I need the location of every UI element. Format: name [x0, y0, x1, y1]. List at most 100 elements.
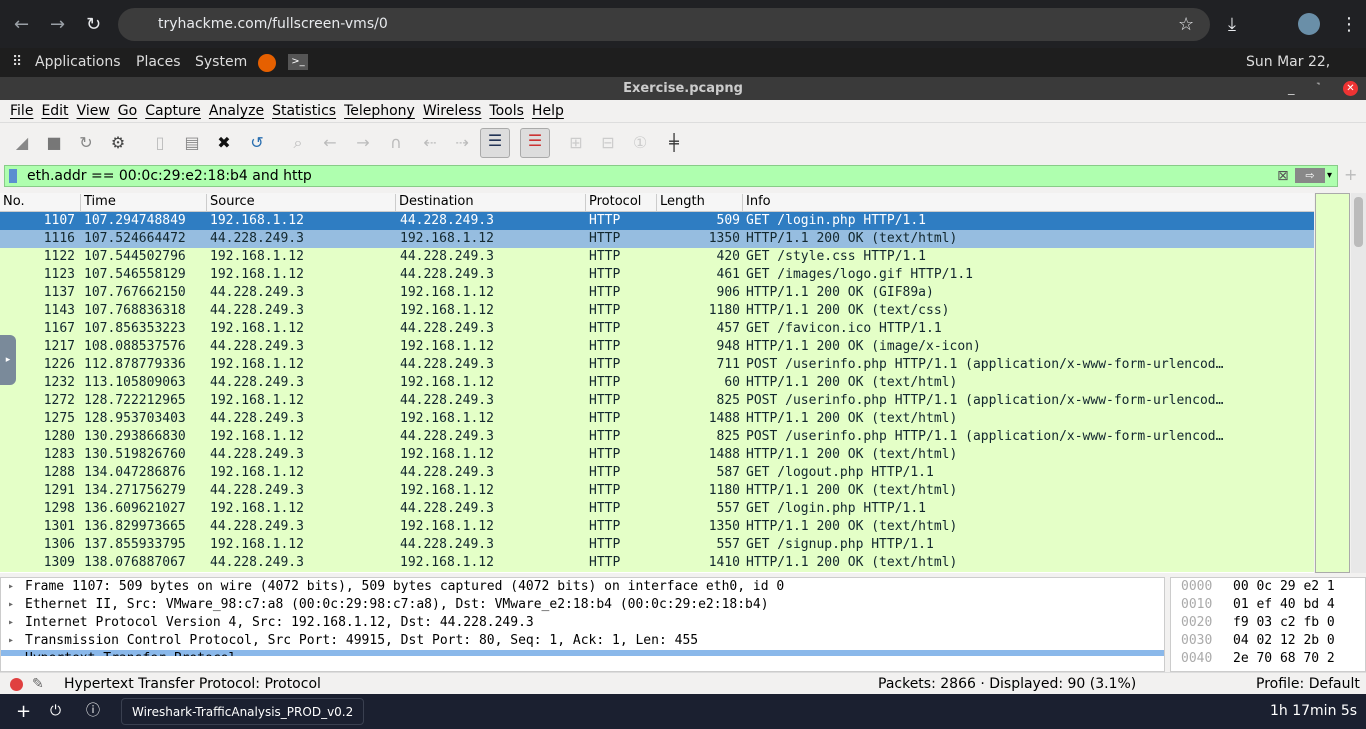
- stop-capture-icon[interactable]: ■: [42, 131, 66, 155]
- column-destination[interactable]: Destination: [395, 194, 474, 212]
- packet-source: 192.168.1.12: [210, 429, 304, 444]
- go-back-icon[interactable]: ←: [318, 131, 342, 155]
- power-icon[interactable]: ⏻: [50, 694, 61, 729]
- save-file-icon[interactable]: ▤: [180, 131, 204, 155]
- menu-edit[interactable]: Edit: [41, 103, 68, 119]
- packet-row[interactable]: 1167 107.856353223 192.168.1.12 44.228.249.…: [0, 320, 1314, 338]
- packet-row[interactable]: 1272 128.722212965 192.168.1.12 44.228.249.…: [0, 392, 1314, 410]
- packet-row[interactable]: 1143 107.768836318 44.228.249.3 192.168.1.1…: [0, 302, 1314, 320]
- reload-file-icon[interactable]: ↺: [245, 131, 269, 155]
- menu-view[interactable]: View: [77, 103, 110, 119]
- packet-row[interactable]: 1116 107.524664472 44.228.249.3 192.168.1.1…: [0, 230, 1314, 248]
- autoscroll-icon[interactable]: ☰: [480, 128, 510, 158]
- packet-row[interactable]: 1275 128.953703403 44.228.249.3 192.168.1.1…: [0, 410, 1314, 428]
- packet-minimap[interactable]: [1315, 193, 1350, 573]
- menu-capture[interactable]: Capture: [145, 103, 201, 119]
- terminal-icon[interactable]: >_: [288, 54, 308, 70]
- applications-menu[interactable]: Applications: [35, 48, 121, 77]
- menu-file[interactable]: File: [10, 103, 33, 119]
- detail-tcp[interactable]: Transmission Control Protocol, Src Port:…: [1, 632, 1164, 650]
- maximize-icon[interactable]: ˺: [1316, 77, 1320, 100]
- edit-comment-icon[interactable]: ✎: [32, 673, 44, 695]
- resize-columns-icon[interactable]: ╪: [662, 131, 686, 155]
- normal-size-icon[interactable]: ①: [628, 131, 652, 155]
- menu-analyze[interactable]: Analyze: [209, 103, 264, 119]
- apply-filter-icon[interactable]: ⇨: [1295, 168, 1325, 183]
- detail-http[interactable]: Hypertext Transfer Protocol: [1, 650, 1164, 656]
- info-icon[interactable]: ⓘ: [86, 694, 100, 729]
- packet-row[interactable]: 1306 137.855933795 192.168.1.12 44.228.249.…: [0, 536, 1314, 554]
- more-menu-icon[interactable]: ⋮: [1340, 14, 1358, 35]
- packet-destination: 44.228.249.3: [400, 249, 494, 264]
- download-icon[interactable]: ⤓: [1228, 14, 1236, 35]
- open-file-icon[interactable]: ▯: [148, 131, 172, 155]
- reload-icon[interactable]: ↻: [86, 14, 101, 35]
- detail-ethernet[interactable]: Ethernet II, Src: VMware_98:c7:a8 (00:0c…: [1, 596, 1164, 614]
- menu-wireless[interactable]: Wireless: [423, 103, 482, 119]
- filter-dropdown-icon[interactable]: ▾: [1327, 166, 1332, 186]
- forward-icon[interactable]: →: [50, 14, 65, 35]
- close-icon[interactable]: ✕: [1343, 81, 1358, 96]
- status-profile[interactable]: Profile: Default: [1256, 673, 1360, 695]
- capture-options-icon[interactable]: ⚙: [106, 131, 130, 155]
- packet-destination: 192.168.1.12: [400, 375, 494, 390]
- minimize-icon[interactable]: _: [1288, 77, 1295, 100]
- menu-help[interactable]: Help: [532, 103, 564, 119]
- zoom-out-icon[interactable]: ⊟: [596, 131, 620, 155]
- packet-row[interactable]: 1226 112.878779336 192.168.1.12 44.228.249.…: [0, 356, 1314, 374]
- first-packet-icon[interactable]: ⇠: [418, 131, 442, 155]
- detail-ip[interactable]: Internet Protocol Version 4, Src: 192.16…: [1, 614, 1164, 632]
- go-to-packet-icon[interactable]: ∩: [384, 131, 408, 155]
- packet-row[interactable]: 1283 130.519826760 44.228.249.3 192.168.1.1…: [0, 446, 1314, 464]
- column-no[interactable]: No.: [0, 194, 25, 212]
- side-panel-handle[interactable]: ▸: [0, 335, 16, 385]
- packet-row[interactable]: 1123 107.546558129 192.168.1.12 44.228.249.…: [0, 266, 1314, 284]
- back-icon[interactable]: ←: [14, 14, 29, 35]
- add-filter-button-icon[interactable]: +: [1344, 165, 1357, 184]
- taskbar-app-tab[interactable]: Wireshark-TrafficAnalysis_PROD_v0.2: [121, 698, 365, 725]
- restart-capture-icon[interactable]: ↻: [74, 131, 98, 155]
- packet-row[interactable]: 1280 130.293866830 192.168.1.12 44.228.249.…: [0, 428, 1314, 446]
- packet-row[interactable]: 1217 108.088537576 44.228.249.3 192.168.1.1…: [0, 338, 1314, 356]
- detail-frame[interactable]: Frame 1107: 509 bytes on wire (4072 bits…: [1, 578, 1164, 596]
- add-icon[interactable]: +: [16, 694, 31, 729]
- packet-row[interactable]: 1232 113.105809063 44.228.249.3 192.168.1.1…: [0, 374, 1314, 392]
- system-menu[interactable]: System: [195, 48, 247, 77]
- packet-row[interactable]: 1291 134.271756279 44.228.249.3 192.168.1.1…: [0, 482, 1314, 500]
- menu-go[interactable]: Go: [118, 103, 137, 119]
- avatar[interactable]: [1298, 13, 1320, 35]
- packet-row[interactable]: 1137 107.767662150 44.228.249.3 192.168.1.1…: [0, 284, 1314, 302]
- bookmark-star-icon[interactable]: ☆: [1178, 14, 1194, 35]
- column-length[interactable]: Length: [656, 194, 705, 212]
- zoom-in-icon[interactable]: ⊞: [564, 131, 588, 155]
- start-capture-icon[interactable]: ◢: [10, 131, 34, 155]
- column-info[interactable]: Info: [742, 194, 771, 212]
- menu-statistics[interactable]: Statistics: [272, 103, 336, 119]
- packet-destination: 192.168.1.12: [400, 483, 494, 498]
- last-packet-icon[interactable]: ⇢: [450, 131, 474, 155]
- packet-row[interactable]: 1107 107.294748849 192.168.1.12 44.228.249.…: [0, 212, 1314, 230]
- clear-filter-icon[interactable]: ⊠: [1277, 166, 1289, 186]
- column-source[interactable]: Source: [206, 194, 255, 212]
- firefox-icon[interactable]: [258, 54, 276, 72]
- packet-row[interactable]: 1122 107.544502796 192.168.1.12 44.228.249.…: [0, 248, 1314, 266]
- apps-grid-icon[interactable]: ⠿: [12, 48, 22, 77]
- display-filter-input[interactable]: eth.addr == 00:0c:29:e2:18:b4 and http ⊠…: [4, 165, 1338, 187]
- packet-source: 192.168.1.12: [210, 267, 304, 282]
- menu-tools[interactable]: Tools: [489, 103, 524, 119]
- menu-telephony[interactable]: Telephony: [344, 103, 415, 119]
- packet-list-scrollbar[interactable]: [1351, 193, 1366, 573]
- close-file-icon[interactable]: ✖: [212, 131, 236, 155]
- places-menu[interactable]: Places: [136, 48, 181, 77]
- column-protocol[interactable]: Protocol: [585, 194, 641, 212]
- find-packet-icon[interactable]: ⌕: [286, 131, 310, 155]
- url-bar[interactable]: tryhackme.com/fullscreen-vms/0: [118, 8, 1210, 41]
- column-time[interactable]: Time: [80, 194, 116, 212]
- bookmark-icon[interactable]: [9, 169, 17, 183]
- packet-row[interactable]: 1288 134.047286876 192.168.1.12 44.228.249.…: [0, 464, 1314, 482]
- go-forward-icon[interactable]: →: [351, 131, 375, 155]
- packet-row[interactable]: 1309 138.076887067 44.228.249.3 192.168.1.1…: [0, 554, 1314, 572]
- packet-row[interactable]: 1298 136.609621027 192.168.1.12 44.228.249.…: [0, 500, 1314, 518]
- colorize-icon[interactable]: ☰: [520, 128, 550, 158]
- packet-row[interactable]: 1301 136.829973665 44.228.249.3 192.168.1.1…: [0, 518, 1314, 536]
